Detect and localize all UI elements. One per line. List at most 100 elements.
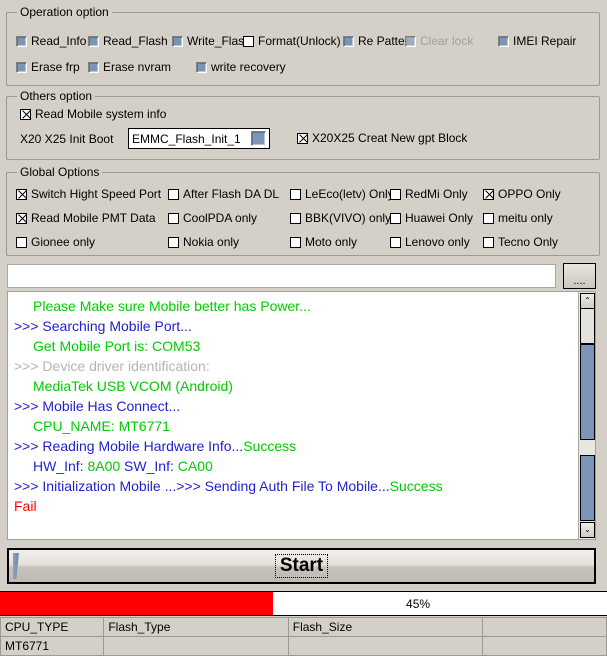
checkbox-label: Read Mobile system info bbox=[35, 107, 167, 121]
checkbox-indicator bbox=[343, 35, 354, 47]
others-checkbox-read-mobile-system-info[interactable]: Read Mobile system info bbox=[20, 107, 166, 121]
scroll-down-arrow-icon[interactable]: ⌄ bbox=[580, 522, 595, 538]
log-segment: >>> Device driver identification: bbox=[14, 358, 210, 374]
operation-checkbox-imei-repair[interactable]: IMEI Repair bbox=[498, 34, 576, 48]
checkbox-indicator bbox=[405, 35, 416, 47]
log-line: >>> Initialization Mobile ...>>> Sending… bbox=[11, 476, 578, 496]
operation-checkbox-format-unlock[interactable]: Format(Unlock) bbox=[243, 34, 341, 48]
checkbox-label: Gionee only bbox=[31, 235, 96, 249]
progress-bar-text: 45% bbox=[0, 592, 607, 615]
global-checkbox-after-flash-da-dl[interactable]: After Flash DA DL bbox=[168, 187, 279, 201]
log-panel: Please Make sure Mobile better has Power… bbox=[7, 291, 596, 540]
checkbox-label: OPPO Only bbox=[498, 187, 561, 201]
global-checkbox-gionee-only[interactable]: Gionee only bbox=[16, 235, 95, 249]
global-checkbox-lenovo-only[interactable]: Lenovo only bbox=[390, 235, 470, 249]
global-checkbox-oppo-only[interactable]: OPPO Only bbox=[483, 187, 561, 201]
checkbox-label: IMEI Repair bbox=[513, 34, 577, 48]
log-segment: >>> Mobile Has Connect... bbox=[14, 398, 181, 414]
scrollbar-thumb[interactable] bbox=[580, 344, 595, 440]
checkbox-indicator bbox=[16, 35, 27, 47]
init-boot-label: X20 X25 Init Boot bbox=[20, 132, 114, 146]
log-segment: Fail bbox=[14, 498, 37, 514]
checkbox-indicator bbox=[243, 35, 254, 47]
log-segment: >>> Initialization Mobile ...>>> Sending… bbox=[14, 478, 390, 494]
operation-checkbox-write-flash[interactable]: Write_Flash bbox=[172, 34, 251, 48]
global-checkbox-coolpda-only[interactable]: CoolPDA only bbox=[168, 211, 257, 225]
log-text-area[interactable]: Please Make sure Mobile better has Power… bbox=[8, 292, 578, 539]
others-checkbox-x20x25-creat-new-gpt-block[interactable]: X20X25 Creat New gpt Block bbox=[297, 131, 467, 145]
log-line: HW_Inf: 8A00 SW_Inf: CA00 bbox=[11, 456, 578, 476]
checkbox-label: CoolPDA only bbox=[183, 211, 258, 225]
log-segment: CPU_NAME: MT6771 bbox=[33, 418, 170, 434]
browse-button[interactable]: .... bbox=[563, 263, 596, 289]
global-checkbox-switch-hight-speed-port[interactable]: Switch Hight Speed Port bbox=[16, 187, 161, 201]
checkbox-indicator bbox=[390, 212, 401, 224]
firmware-path-input[interactable] bbox=[7, 264, 556, 288]
global-checkbox-meitu-only[interactable]: meitu only bbox=[483, 211, 553, 225]
log-line: Please Make sure Mobile better has Power… bbox=[11, 296, 578, 316]
global-checkbox-nokia-only[interactable]: Nokia only bbox=[168, 235, 239, 249]
operation-checkbox-read-info[interactable]: Read_Info bbox=[16, 34, 86, 48]
table-cell bbox=[103, 636, 289, 656]
checkbox-label: Erase nvram bbox=[103, 60, 172, 74]
global-options-legend: Global Options bbox=[17, 165, 103, 179]
checkbox-indicator bbox=[168, 212, 179, 224]
scrollbar-track[interactable] bbox=[580, 309, 595, 344]
global-checkbox-leeco-letv-only[interactable]: LeEco(letv) Only bbox=[290, 187, 394, 201]
checkbox-indicator bbox=[88, 35, 99, 47]
log-segment: >>> Searching Mobile Port... bbox=[14, 318, 192, 334]
init-boot-combobox[interactable]: EMMC_Flash_Init_1 bbox=[128, 128, 270, 149]
operation-checkbox-write-recovery[interactable]: write recovery bbox=[196, 60, 286, 74]
scroll-up-arrow-icon[interactable]: ⌃ bbox=[580, 293, 595, 309]
table-header-cell[interactable]: CPU_TYPE bbox=[0, 617, 105, 637]
checkbox-label: RedMi Only bbox=[405, 187, 468, 201]
checkbox-label: After Flash DA DL bbox=[183, 187, 280, 201]
others-option-legend: Others option bbox=[17, 89, 96, 103]
table-header-cell[interactable]: Flash_Size bbox=[287, 617, 483, 637]
log-segment: MediaTek USB VCOM (Android) bbox=[33, 378, 233, 394]
global-checkbox-redmi-only[interactable]: RedMi Only bbox=[390, 187, 468, 201]
global-checkbox-bbk-vivo-only[interactable]: BBK(VIVO) only bbox=[290, 211, 391, 225]
log-line: >>> Device driver identification: bbox=[11, 356, 578, 376]
table-header-cell[interactable] bbox=[481, 617, 607, 637]
operation-checkbox-erase-frp[interactable]: Erase frp bbox=[16, 60, 80, 74]
global-checkbox-huawei-only[interactable]: Huawei Only bbox=[390, 211, 473, 225]
init-boot-combobox-value: EMMC_Flash_Init_1 bbox=[132, 131, 241, 146]
checkbox-indicator bbox=[290, 188, 301, 200]
operation-option-legend: Operation option bbox=[17, 5, 112, 19]
checkbox-indicator bbox=[483, 188, 494, 200]
table-cell bbox=[287, 636, 483, 656]
start-button[interactable]: Start bbox=[7, 548, 596, 584]
checkbox-label: Format(Unlock) bbox=[258, 34, 341, 48]
log-segment: Success bbox=[389, 478, 443, 494]
operation-checkbox-read-flash[interactable]: Read_Flash bbox=[88, 34, 168, 48]
global-checkbox-tecno-only[interactable]: Tecno Only bbox=[483, 235, 558, 249]
operation-checkbox-clear-lock: Clear lock bbox=[405, 34, 473, 48]
table-row[interactable]: MT6771 bbox=[0, 636, 607, 656]
checkbox-label: meitu only bbox=[498, 211, 553, 225]
log-scrollbar[interactable]: ⌃ ⌄ bbox=[578, 292, 595, 539]
log-segment: Get Mobile Port is: COM53 bbox=[33, 338, 201, 354]
log-segment: Please Make sure Mobile better has Power… bbox=[33, 298, 311, 314]
others-option-group: Others option bbox=[6, 89, 600, 160]
checkbox-indicator bbox=[88, 61, 99, 73]
checkbox-label: X20X25 Creat New gpt Block bbox=[312, 131, 468, 145]
global-checkbox-read-mobile-pmt-data[interactable]: Read Mobile PMT Data bbox=[16, 211, 156, 225]
checkbox-indicator bbox=[168, 236, 179, 248]
table-header-cell[interactable]: Flash_Type bbox=[103, 617, 289, 637]
checkbox-label: Lenovo only bbox=[405, 235, 470, 249]
chevron-down-icon[interactable] bbox=[251, 131, 266, 146]
checkbox-indicator bbox=[168, 188, 179, 200]
log-line: >>> Reading Mobile Hardware Info...Succe… bbox=[11, 436, 578, 456]
checkbox-indicator bbox=[172, 35, 183, 47]
scrollbar-thumb-lower[interactable] bbox=[580, 455, 595, 521]
progress-marker-icon bbox=[13, 553, 19, 579]
checkbox-label: Tecno Only bbox=[498, 235, 559, 249]
operation-checkbox-erase-nvram[interactable]: Erase nvram bbox=[88, 60, 171, 74]
log-segment: SW_Inf: bbox=[120, 458, 178, 474]
log-segment: >>> Reading Mobile Hardware Info... bbox=[14, 438, 244, 454]
checkbox-label: Read_Flash bbox=[103, 34, 168, 48]
checkbox-indicator bbox=[290, 236, 301, 248]
checkbox-label: Switch Hight Speed Port bbox=[31, 187, 162, 201]
global-checkbox-moto-only[interactable]: Moto only bbox=[290, 235, 357, 249]
